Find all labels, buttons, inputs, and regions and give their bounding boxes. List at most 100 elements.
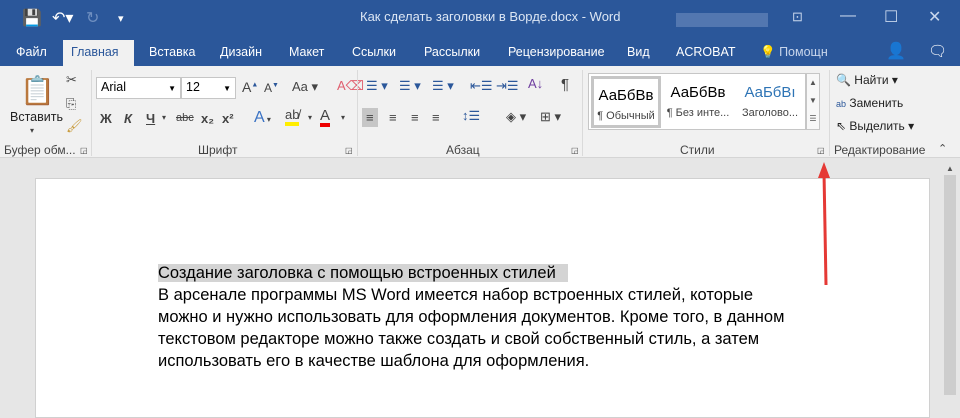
share-icon[interactable]: 👤 [878, 40, 914, 66]
subscript-button[interactable]: x₂ [201, 111, 214, 126]
font-color-dropdown-icon[interactable]: ▾ [341, 113, 345, 122]
style-sample: АаБбВв [670, 84, 726, 101]
styles-launcher-icon[interactable]: ◲ [817, 146, 825, 155]
close-icon[interactable]: ✕ [928, 7, 941, 27]
clear-formatting-icon[interactable]: A⌫ [337, 78, 364, 94]
style-heading-1[interactable]: АаБбВı Заголово... [735, 76, 805, 128]
document-body[interactable]: Создание заголовка с помощью встроенных … [158, 262, 858, 372]
align-left-button[interactable]: ≡ [362, 108, 378, 127]
shading-icon[interactable]: ◈ ▾ [506, 109, 526, 125]
style-no-spacing[interactable]: АаБбВв ¶ Без инте... [663, 76, 733, 128]
styles-group-label: Стили [680, 143, 715, 157]
copy-icon[interactable]: ⎘ [66, 96, 76, 112]
borders-icon[interactable]: ⊞ ▾ [540, 109, 561, 125]
font-size-value: 12 [186, 80, 200, 94]
replace-button[interactable]: ab Заменить [836, 96, 903, 110]
ribbon-display-icon[interactable]: ⊡ [792, 9, 803, 25]
tab-acrobat[interactable]: ACROBAT [668, 40, 744, 66]
divider [357, 70, 358, 156]
grow-font-icon[interactable]: A▲ [242, 79, 258, 95]
underline-button[interactable]: Ч [146, 111, 155, 126]
highlight-color-icon[interactable]: ab̸ [285, 108, 300, 126]
tab-references[interactable]: Ссылки [344, 40, 404, 66]
cut-icon[interactable]: ✂ [66, 72, 77, 88]
find-button[interactable]: 🔍 Найти ▾ [836, 73, 898, 87]
font-launcher-icon[interactable]: ◲ [345, 146, 353, 155]
maximize-icon[interactable]: ☐ [884, 7, 898, 27]
change-case-label: Aa [292, 79, 308, 94]
tab-insert[interactable]: Вставка [141, 40, 203, 66]
format-painter-icon[interactable]: 🖌 [66, 118, 83, 134]
ribbon-tabs: Файл Главная Вставка Дизайн Макет Ссылки… [0, 40, 960, 66]
minimize-icon[interactable]: — [840, 7, 856, 25]
font-size-select[interactable]: 12 ▼ [181, 77, 236, 99]
paste-button[interactable]: Вставить [10, 110, 63, 124]
lightbulb-icon: 💡 [760, 45, 776, 59]
line-spacing-icon[interactable]: ↕☰ [462, 108, 480, 124]
align-center-button[interactable]: ≡ [389, 110, 397, 125]
paste-dropdown-icon[interactable]: ▾ [30, 126, 34, 135]
tab-mailings[interactable]: Рассылки [416, 40, 488, 66]
document-heading: Создание заголовка с помощью встроенных … [158, 264, 568, 282]
underline-dropdown-icon[interactable]: ▾ [162, 113, 166, 122]
body-line: использовать его в качестве шаблона для … [158, 352, 590, 370]
increase-indent-icon[interactable]: ⇥☰ [496, 78, 519, 94]
justify-button[interactable]: ≡ [432, 110, 440, 125]
text-effects-icon[interactable]: A ▾ [254, 109, 271, 127]
tab-design[interactable]: Дизайн [212, 40, 270, 66]
editing-group-label: Редактирование [834, 143, 926, 157]
shrink-font-icon[interactable]: A▼ [264, 81, 279, 95]
italic-button[interactable]: К [124, 111, 132, 126]
sort-icon[interactable]: A↓ [528, 76, 543, 91]
title-bar: 💾 ↶▾ ↻ ▾ Как сделать заголовки в Ворде.d… [0, 0, 960, 40]
font-name-select[interactable]: Arial ▼ [96, 77, 181, 99]
align-right-button[interactable]: ≡ [411, 110, 419, 125]
tab-layout[interactable]: Макет [281, 40, 332, 66]
paragraph-launcher-icon[interactable]: ◲ [571, 146, 579, 155]
comments-icon[interactable]: 🗨 [920, 40, 955, 66]
tell-me[interactable]: 💡 Помощн [752, 40, 836, 66]
find-label: Найти [854, 73, 889, 87]
body-line: текстовом редакторе можно также создать … [158, 330, 760, 348]
divider [91, 70, 92, 156]
clipboard-launcher-icon[interactable]: ◲ [80, 146, 88, 155]
tab-review[interactable]: Рецензирование [500, 40, 613, 66]
redo-icon[interactable]: ↻ [86, 8, 99, 28]
save-icon[interactable]: 💾 [22, 8, 42, 28]
change-case-button[interactable]: Aa ▾ [292, 79, 318, 95]
ribbon: 📋 Вставить ▾ ✂ ⎘ 🖌 Буфер обм... ◲ Arial ▼… [0, 66, 960, 158]
select-button[interactable]: ⇖ Выделить ▾ [836, 119, 914, 133]
decrease-indent-icon[interactable]: ⇤☰ [470, 78, 493, 94]
style-name: Заголово... [741, 107, 799, 119]
collapse-ribbon-icon[interactable]: ⌃ [938, 142, 947, 155]
styles-scroll[interactable]: ▲ ▼ ☰ [806, 73, 820, 130]
style-name: ¶ Обычный [597, 110, 655, 122]
multilevel-list-icon[interactable]: ☰ ▾ [432, 78, 454, 94]
window-title: Как сделать заголовки в Ворде.docx - Wor… [360, 9, 621, 24]
paste-icon[interactable]: 📋 [20, 74, 55, 107]
font-color-icon[interactable]: A [320, 108, 331, 127]
vertical-scrollbar[interactable]: ▲ [940, 160, 960, 418]
paragraph-group-label: Абзац [446, 143, 480, 157]
highlight-dropdown-icon[interactable]: ▾ [308, 113, 312, 122]
styles-gallery: АаБбВв ¶ Обычный АаБбВв ¶ Без инте... АаБб… [588, 73, 806, 130]
red-arrow-annotation [818, 162, 830, 286]
superscript-button[interactable]: x² [222, 111, 234, 126]
tab-view[interactable]: Вид [619, 40, 658, 66]
bullets-icon[interactable]: ☰ ▾ [366, 78, 388, 94]
style-sample: АаБбВı [744, 84, 796, 101]
bold-button[interactable]: Ж [100, 111, 112, 126]
style-normal[interactable]: АаБбВв ¶ Обычный [591, 76, 661, 128]
body-line: В арсенале программы MS Word имеется наб… [158, 286, 754, 304]
tell-me-label: Помощн [779, 45, 828, 59]
tab-home[interactable]: Главная [63, 40, 134, 66]
undo-icon[interactable]: ↶▾ [52, 8, 73, 28]
customize-qat-icon[interactable]: ▾ [118, 12, 124, 25]
font-name-value: Arial [101, 80, 127, 94]
numbering-icon[interactable]: ☰ ▾ [399, 78, 421, 94]
font-group-label: Шрифт [198, 143, 238, 157]
strikethrough-button[interactable]: abc [176, 112, 194, 124]
style-sample: АаБбВв [598, 87, 654, 104]
tab-file[interactable]: Файл [8, 40, 55, 66]
show-marks-icon[interactable]: ¶ [561, 76, 569, 93]
